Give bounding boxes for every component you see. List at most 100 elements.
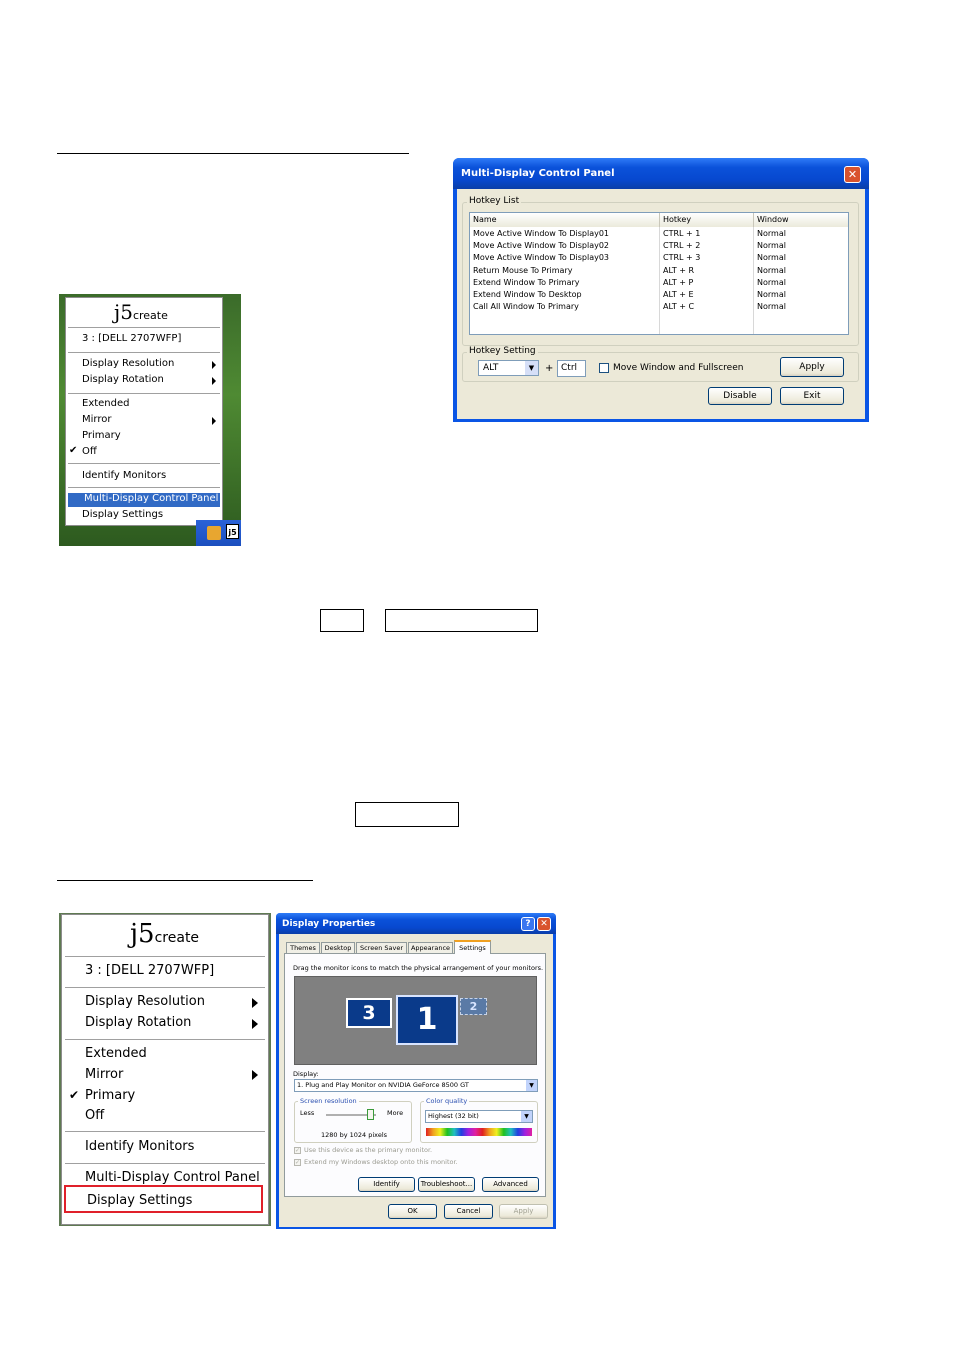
primary-monitor-checkbox[interactable]: ✓ (294, 1147, 301, 1154)
key-input[interactable]: Ctrl (557, 360, 586, 377)
fullscreen-checkbox[interactable] (599, 363, 609, 373)
menu-separator (68, 463, 220, 464)
more-label: More (387, 1109, 404, 1117)
menu-item-display-rotation[interactable]: Display Rotation (66, 374, 222, 388)
row-name-cell: Move Active Window To Display03 (473, 253, 610, 263)
column-header-hotkey[interactable]: Hotkey (660, 213, 754, 227)
extend-desktop-checkbox[interactable]: ✓ (294, 1159, 301, 1166)
column-header-name[interactable]: Name (470, 213, 660, 227)
tab-appearance[interactable]: Appearance (408, 942, 453, 953)
monitor-1-icon[interactable]: 1 (396, 995, 458, 1045)
hotkey-list[interactable]: Name Hotkey Window Move Active Window To… (469, 212, 849, 335)
menu-item-identify-monitors[interactable]: Identify Monitors (66, 470, 222, 484)
tray-icon[interactable] (207, 526, 221, 540)
instruction-text: Drag the monitor icons to match the phys… (293, 964, 544, 972)
menu-item-primary[interactable]: Primary (62, 1088, 268, 1106)
row-hotkey-cell: CTRL + 2 (663, 241, 701, 251)
menu-item-off[interactable]: Off (66, 446, 222, 460)
window-title-bar[interactable]: Display Properties (276, 913, 556, 934)
identify-button[interactable]: Identify (358, 1177, 415, 1192)
fullscreen-checkbox-label: Move Window and Fullscreen (613, 363, 744, 373)
exit-button[interactable]: Exit (780, 387, 844, 405)
menu-item-monitor[interactable]: 3 : [DELL 2707WFP] (62, 963, 268, 981)
plus-sign: + (545, 363, 554, 374)
tab-themes[interactable]: Themes (286, 942, 320, 953)
section-rule-2 (57, 880, 313, 881)
row-hotkey-cell: ALT + P (663, 277, 694, 287)
monitor-3-icon[interactable]: 3 (346, 998, 392, 1028)
hotkey-list-row[interactable]: Move Active Window To Display02 CTRL + 2 N… (470, 240, 848, 252)
submenu-arrow-icon (212, 361, 216, 369)
menu-item-display-resolution[interactable]: Display Resolution (62, 994, 268, 1012)
hotkey-list-row[interactable]: Return Mouse To Primary ALT + R Normal (470, 265, 848, 277)
dropdown-arrow-icon[interactable]: ▼ (521, 1111, 532, 1122)
close-button[interactable]: ✕ (537, 917, 551, 931)
menu-item-primary[interactable]: Primary (66, 430, 222, 444)
menu-item-extended[interactable]: Extended (62, 1046, 268, 1064)
tab-screen-saver[interactable]: Screen Saver (356, 942, 407, 953)
menu-item-display-resolution[interactable]: Display Resolution (66, 358, 222, 372)
row-window-cell: Normal (757, 302, 786, 312)
disable-button[interactable]: Disable (708, 387, 772, 405)
display-label: Display: (293, 1070, 319, 1078)
advanced-button[interactable]: Advanced (482, 1177, 539, 1192)
tab-desktop[interactable]: Desktop (321, 942, 355, 953)
row-window-cell: Normal (757, 277, 786, 287)
color-quality-label: Color quality (424, 1097, 470, 1105)
less-label: Less (300, 1109, 315, 1117)
hotkey-list-row[interactable]: Extend Window To Primary ALT + P Normal (470, 277, 848, 289)
row-name-cell: Extend Window To Primary (473, 277, 580, 287)
window-body: Hotkey List Name Hotkey Window Move Acti… (457, 189, 865, 419)
tray-context-menu-1: j5create 3 : [DELL 2707WFP] Display Reso… (65, 297, 223, 526)
window-body: Themes Desktop Screen Saver Appearance Setti… (279, 934, 553, 1227)
row-name-cell: Return Mouse To Primary (473, 265, 573, 275)
column-header-window[interactable]: Window (754, 213, 848, 227)
close-button[interactable]: ✕ (844, 166, 861, 183)
menu-item-extended[interactable]: Extended (66, 398, 222, 412)
menu-item-off[interactable]: Off (62, 1108, 268, 1126)
submenu-arrow-icon (212, 377, 216, 385)
apply-button[interactable]: Apply (780, 357, 844, 377)
menu-item-display-rotation[interactable]: Display Rotation (62, 1015, 268, 1033)
help-button[interactable]: ? (521, 917, 535, 931)
menu-separator (68, 327, 220, 328)
menu-separator (65, 987, 265, 988)
tray-context-menu-2: j5create 3 : [DELL 2707WFP] Display Reso… (61, 914, 269, 1225)
menu-item-multi-display-control-panel[interactable]: Multi-Display Control Panel (68, 493, 220, 507)
hotkey-list-row[interactable]: Move Active Window To Display03 CTRL + 3 N… (470, 252, 848, 264)
color-quality-select[interactable]: Highest (32 bit) ▼ (425, 1110, 533, 1123)
dropdown-arrow-icon[interactable]: ▼ (525, 361, 538, 375)
hotkey-list-row[interactable]: Extend Window To Desktop ALT + E Normal (470, 289, 848, 301)
hotkey-list-row[interactable]: Call All Window To Primary ALT + C Normal (470, 301, 848, 313)
section-rule-1 (57, 153, 409, 154)
resolution-slider-thumb[interactable] (367, 1109, 374, 1120)
row-name-cell: Extend Window To Desktop (473, 290, 582, 299)
troubleshoot-button[interactable]: Troubleshoot... (418, 1177, 475, 1192)
extend-desktop-label: Extend my Windows desktop onto this moni… (304, 1158, 458, 1166)
j5-tray-icon[interactable]: j5 (226, 524, 239, 539)
j5create-logo: j5create (130, 919, 200, 949)
window-title: Display Properties (282, 919, 376, 929)
ok-button[interactable]: OK (388, 1204, 437, 1219)
row-hotkey-cell: ALT + R (663, 265, 695, 275)
row-window-cell: Normal (757, 241, 786, 251)
menu-item-mirror[interactable]: Mirror (62, 1067, 268, 1085)
row-name-cell: Move Active Window To Display02 (473, 241, 610, 251)
hotkey-list-row[interactable]: Move Active Window To Display01 CTRL + 1 N… (470, 228, 848, 240)
color-quality-value: Highest (32 bit) (428, 1112, 479, 1120)
display-select[interactable]: 1. Plug and Play Monitor on NVIDIA GeFor… (294, 1079, 538, 1092)
menu-item-mirror[interactable]: Mirror (66, 414, 222, 428)
monitor-2-icon[interactable]: 2 (460, 998, 487, 1015)
menu-item-monitor[interactable]: 3 : [DELL 2707WFP] (66, 333, 222, 347)
menu-item-display-settings[interactable]: Display Settings (64, 1185, 263, 1213)
dropdown-arrow-icon[interactable]: ▼ (526, 1080, 537, 1091)
apply-button[interactable]: Apply (499, 1204, 548, 1219)
menu-separator (65, 956, 265, 957)
tab-settings[interactable]: Settings (454, 940, 491, 954)
submenu-arrow-icon (212, 417, 216, 425)
menu-separator (68, 393, 220, 394)
cancel-button[interactable]: Cancel (444, 1204, 493, 1219)
window-title-bar[interactable]: Multi-Display Control Panel (453, 158, 869, 189)
modifier-select[interactable]: ALT ▼ (478, 360, 539, 376)
menu-item-identify-monitors[interactable]: Identify Monitors (62, 1139, 268, 1157)
